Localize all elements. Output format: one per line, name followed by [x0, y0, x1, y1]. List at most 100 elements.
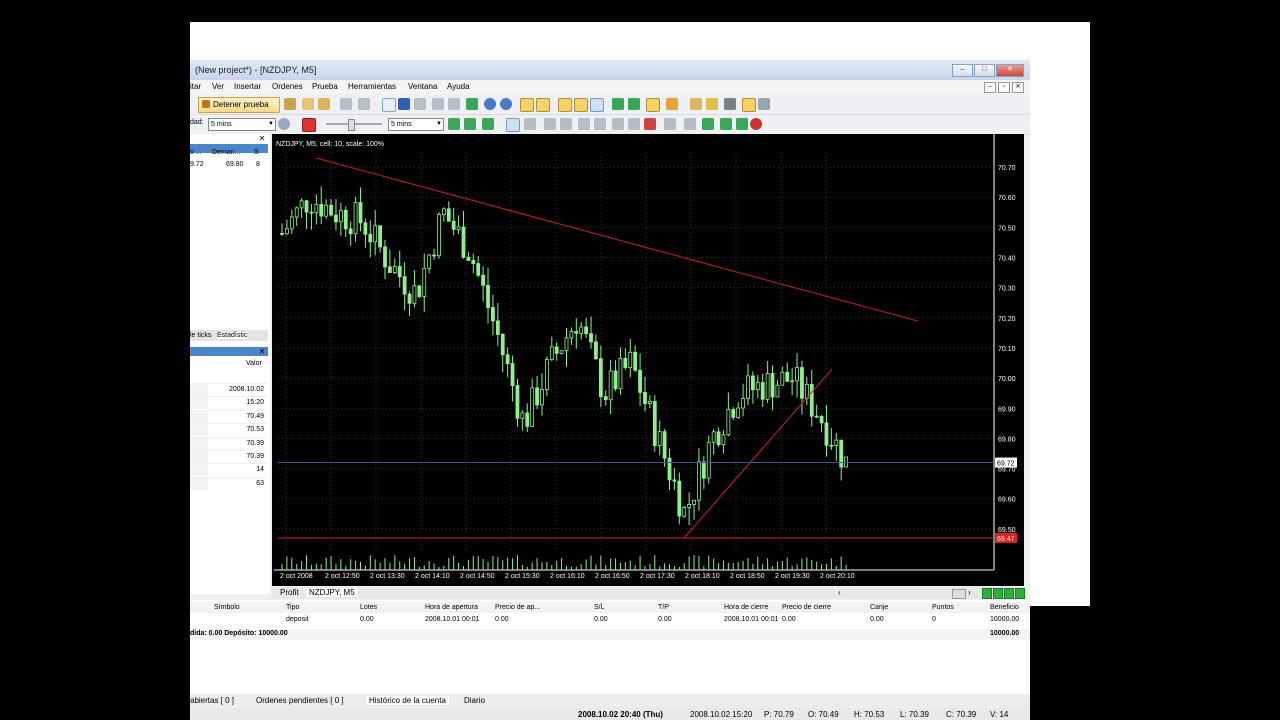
target-icon[interactable]: [750, 118, 762, 130]
speed-select[interactable]: 5 mins ▼: [208, 118, 276, 131]
close-icon[interactable]: ✕: [258, 348, 266, 356]
speed-label: dad:: [190, 119, 204, 126]
text-icon[interactable]: [628, 118, 640, 130]
column-header[interactable]: Precio de ap...: [495, 604, 540, 611]
menu-editar[interactable]: itar: [190, 82, 201, 91]
scroll-next-icon[interactable]: [1004, 588, 1014, 599]
step-back-icon[interactable]: [448, 118, 460, 130]
oscillator-icon[interactable]: [628, 98, 640, 110]
menu-ayuda[interactable]: Ayuda: [447, 82, 470, 91]
template-icon[interactable]: [742, 98, 756, 112]
folder-icon[interactable]: [690, 98, 702, 110]
close-button[interactable]: ✕: [996, 64, 1024, 77]
brush-tool-icon[interactable]: [736, 118, 748, 130]
check-icon[interactable]: [432, 98, 444, 110]
window-tile-icon[interactable]: [590, 98, 604, 112]
tab-journal[interactable]: Diario: [464, 696, 485, 705]
column-header[interactable]: Hora de cierre: [724, 604, 768, 611]
menu-ordenes[interactable]: Ordenes: [272, 82, 303, 91]
new-doc-icon[interactable]: [382, 98, 396, 112]
menu-herramientas[interactable]: Herramientas: [348, 82, 396, 91]
fibonacci-icon[interactable]: [644, 118, 656, 130]
grid-icon[interactable]: [574, 98, 588, 112]
gann-icon[interactable]: [664, 118, 676, 130]
tab-profit[interactable]: Profit: [280, 588, 299, 597]
horizontal-line-icon[interactable]: [560, 118, 572, 130]
tab-ticks[interactable]: le ticks: [190, 332, 211, 339]
candles-icon[interactable]: [520, 98, 534, 112]
autoscroll-icon[interactable]: [646, 98, 660, 112]
column-header[interactable]: Beneficio: [990, 604, 1019, 611]
bars-tool-icon[interactable]: [684, 118, 696, 130]
pitchfork-icon[interactable]: [702, 118, 714, 130]
column-header[interactable]: Lotes: [360, 604, 377, 611]
camera-icon[interactable]: [724, 98, 736, 110]
column-header[interactable]: Precio de cierre: [782, 604, 831, 611]
step-candle-icon[interactable]: [482, 118, 494, 130]
cursor-icon[interactable]: [506, 118, 520, 132]
scroll-right-icon[interactable]: ›: [968, 588, 971, 597]
pause-icon[interactable]: [302, 118, 316, 132]
wave-icon[interactable]: [612, 118, 624, 130]
bars-icon[interactable]: [536, 98, 550, 112]
step-forward-icon[interactable]: [464, 118, 476, 130]
channel-icon[interactable]: [594, 118, 606, 130]
refresh-icon[interactable]: [466, 98, 478, 110]
copy-icon[interactable]: [302, 98, 314, 110]
properties-icon[interactable]: [398, 98, 410, 110]
price-chart[interactable]: 70.70 70.60 70.50 70.40 70.30 70.20 70.10 70.00…: [272, 134, 1024, 586]
arrows-icon[interactable]: [720, 118, 732, 130]
column-header[interactable]: Tipo: [286, 604, 299, 611]
indicator-icon[interactable]: [612, 98, 624, 110]
timeframe-select[interactable]: 5 mins ▼: [388, 118, 444, 131]
maximize-button[interactable]: □: [974, 64, 995, 77]
minimize-button[interactable]: –: [952, 64, 973, 77]
price-tick-label: 69.70: [998, 467, 1016, 474]
tab-chart[interactable]: NZDJPY, M5: [306, 588, 358, 597]
crosshair-icon[interactable]: [524, 118, 536, 130]
add-object-icon[interactable]: [666, 98, 678, 110]
candle-body: [329, 204, 333, 216]
close-icon[interactable]: ✕: [258, 135, 266, 143]
column-header[interactable]: Puntos: [932, 604, 954, 611]
column-header[interactable]: Símbolo: [214, 604, 240, 611]
scroll-last-icon[interactable]: [1015, 588, 1025, 599]
calculator-icon[interactable]: [758, 98, 770, 110]
tab-trade[interactable]: abiertas [ 0 ]: [190, 696, 234, 705]
mdi-restore-button[interactable]: ▫: [998, 82, 1010, 93]
close-doc-icon[interactable]: [448, 98, 460, 110]
print-icon[interactable]: [414, 98, 426, 110]
vertical-line-icon[interactable]: [544, 118, 556, 130]
scroll-left-icon[interactable]: ‹: [838, 588, 841, 597]
table-row[interactable]: deposit 0.00 2008.10.01 00:01 0.00 0.00 0.00 2…: [190, 615, 1030, 626]
brush-icon[interactable]: [706, 98, 718, 110]
mdi-close-button[interactable]: ✕: [1012, 82, 1024, 93]
column-header[interactable]: Hora de apertura: [425, 604, 478, 611]
slider-thumb[interactable]: [348, 119, 355, 131]
menu-ventana[interactable]: Ventana: [408, 82, 437, 91]
stop-test-button[interactable]: Detener prueba: [198, 97, 280, 113]
trendline-icon[interactable]: [578, 118, 590, 130]
menu-prueba[interactable]: Prueba: [312, 82, 338, 91]
cut-icon[interactable]: [340, 98, 352, 110]
zoom-out-icon[interactable]: [500, 98, 512, 110]
tab-account-history[interactable]: Histórico de la cuenta: [366, 696, 449, 705]
line-chart-icon[interactable]: [558, 98, 572, 112]
zoom-in-icon[interactable]: [484, 98, 496, 110]
column-header[interactable]: Canje: [870, 604, 888, 611]
column-header[interactable]: T/P: [658, 604, 669, 611]
menu-ver[interactable]: Ver: [212, 82, 224, 91]
mdi-minimize-button[interactable]: –: [984, 82, 996, 93]
gauge-icon[interactable]: [278, 118, 290, 130]
speed-slider[interactable]: [326, 119, 382, 131]
scroll-prev-icon[interactable]: [993, 588, 1003, 599]
tab-pending-orders[interactable]: Ordenes pendientes [ 0 ]: [256, 696, 344, 705]
delete-icon[interactable]: [358, 98, 370, 110]
column-header[interactable]: S/L: [594, 604, 605, 611]
paste-icon[interactable]: [318, 98, 330, 110]
scroll-first-icon[interactable]: [982, 588, 992, 599]
settings-icon[interactable]: [284, 98, 296, 110]
menu-insertar[interactable]: Insertar: [234, 82, 261, 91]
scrollbar-thumb[interactable]: [952, 589, 966, 599]
tab-stats[interactable]: Estadístic: [217, 332, 248, 339]
